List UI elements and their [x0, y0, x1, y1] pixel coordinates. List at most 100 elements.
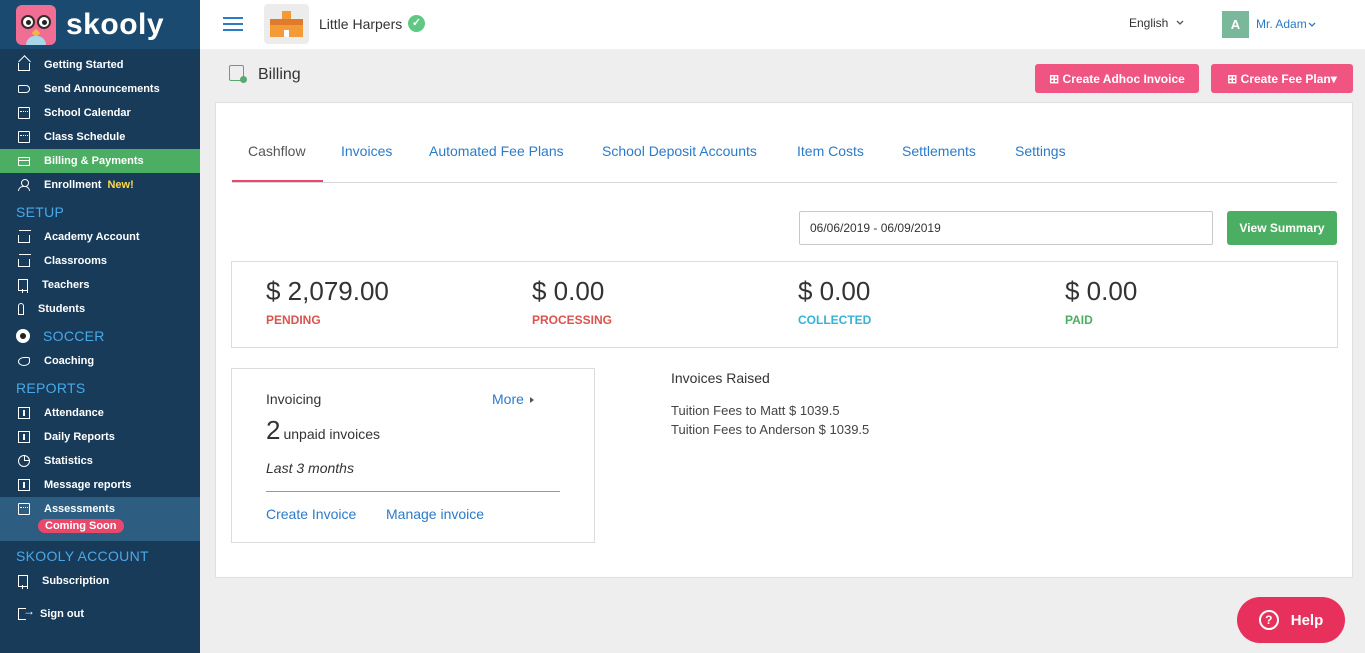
calendar-icon: [18, 107, 30, 119]
credit-card-icon: [18, 156, 30, 166]
sidebar-item-label: Class Schedule: [44, 131, 126, 143]
sidebar-item-academy-account[interactable]: Academy Account: [0, 225, 200, 249]
stat-collected: $ 0.00 COLLECTED: [798, 276, 871, 327]
tab-invoices[interactable]: Invoices: [341, 143, 392, 159]
sidebar-item-statistics[interactable]: Statistics: [0, 449, 200, 473]
sidebar-item-billing-payments[interactable]: Billing & Payments: [0, 149, 200, 173]
sidebar-item-label: Academy Account: [44, 231, 140, 243]
avatar[interactable]: A: [1222, 11, 1249, 38]
sidebar-item-label: Statistics: [44, 455, 93, 467]
help-button[interactable]: ? Help: [1237, 597, 1345, 643]
sidebar-item-send-announcements[interactable]: Send Announcements: [0, 77, 200, 101]
building-icon: [18, 230, 31, 243]
tab-settings[interactable]: Settings: [1015, 143, 1066, 159]
divider: [266, 491, 560, 492]
create-adhoc-invoice-button[interactable]: ⊞ Create Adhoc Invoice: [1035, 64, 1199, 93]
caret-right-icon: [529, 397, 534, 404]
sidebar-item-label: Send Announcements: [44, 83, 160, 95]
sidebar-item-label: Daily Reports: [44, 431, 115, 443]
sidebar-item-label: School Calendar: [44, 107, 131, 119]
stats-panel: $ 2,079.00 PENDING $ 0.00 PROCESSING $ 0…: [231, 261, 1338, 348]
menu-toggle-icon[interactable]: [223, 17, 243, 33]
page-title: Billing: [258, 66, 301, 83]
section-heading-skooly-account: SKOOLY ACCOUNT: [16, 548, 149, 564]
stat-label: PENDING: [266, 313, 321, 327]
sidebar-item-label: Subscription: [42, 575, 110, 587]
brand[interactable]: skooly: [0, 0, 200, 49]
help-icon: ?: [1258, 610, 1279, 630]
unpaid-invoices: 2 unpaid invoices: [266, 415, 380, 446]
sidebar-item-label: Getting Started: [44, 59, 124, 71]
sidebar-item-subscription[interactable]: Subscription: [0, 569, 200, 593]
whistle-icon: [18, 356, 30, 366]
section-heading-reports: REPORTS: [16, 380, 86, 396]
sidebar-item-label: Classrooms: [44, 255, 107, 267]
message-report-icon: [18, 479, 30, 491]
user-add-icon: [18, 179, 30, 191]
help-label: Help: [1290, 611, 1324, 629]
manage-invoice-link[interactable]: Manage invoice: [386, 506, 484, 522]
verified-check-icon: ✓: [408, 15, 425, 32]
chevron-down-icon: [1176, 20, 1184, 25]
section-heading-label: SOCCER: [43, 328, 105, 344]
sidebar-item-label: Coaching: [44, 355, 95, 367]
tab-school-deposit-accounts[interactable]: School Deposit Accounts: [602, 143, 757, 159]
owl-logo-icon: [16, 4, 56, 45]
date-range-input[interactable]: [799, 211, 1213, 245]
pie-chart-icon: [18, 455, 30, 467]
invoice-raised-item: Tuition Fees to Matt $ 1039.5: [671, 403, 840, 418]
sidebar-item-sign-out[interactable]: Sign out: [0, 602, 200, 626]
school-name[interactable]: Little Harpers: [319, 16, 402, 32]
unpaid-count: 2: [266, 415, 281, 445]
sign-out-icon: [18, 604, 35, 620]
active-tab-indicator: [232, 180, 323, 182]
stat-processing: $ 0.00 PROCESSING: [532, 276, 612, 327]
invoicing-title: Invoicing: [266, 391, 322, 407]
tab-automated-fee-plans[interactable]: Automated Fee Plans: [429, 143, 564, 159]
tab-settlements[interactable]: Settlements: [902, 143, 976, 159]
unpaid-text: unpaid invoices: [283, 426, 380, 442]
sidebar-item-daily-reports[interactable]: Daily Reports: [0, 425, 200, 449]
sidebar-item-school-calendar[interactable]: School Calendar: [0, 101, 200, 125]
section-heading-soccer: SOCCER: [16, 328, 105, 344]
sidebar-item-class-schedule[interactable]: Class Schedule: [0, 125, 200, 149]
bookmark-icon: [18, 575, 28, 589]
soccer-ball-icon: [16, 329, 30, 343]
user-menu[interactable]: Mr. Adam: [1256, 17, 1316, 31]
sidebar-item-coaching[interactable]: Coaching: [0, 349, 200, 373]
school-logo-icon: [264, 4, 309, 44]
create-fee-plan-button[interactable]: ⊞ Create Fee Plan▾: [1211, 64, 1353, 93]
stat-amount: $ 0.00: [798, 276, 871, 306]
sidebar-item-assessments[interactable]: Assessments Coming Soon: [0, 497, 200, 541]
sidebar-item-message-reports[interactable]: Message reports: [0, 473, 200, 497]
language-selector[interactable]: English: [1129, 16, 1184, 30]
top-bar: Little Harpers ✓ English A Mr. Adam: [200, 0, 1365, 49]
stat-amount: $ 0.00: [1065, 276, 1138, 306]
stat-label: PROCESSING: [532, 313, 613, 327]
sidebar-item-label: Message reports: [44, 479, 132, 491]
stat-label: COLLECTED: [798, 313, 872, 327]
sidebar-item-teachers[interactable]: Teachers: [0, 273, 200, 297]
create-invoice-link[interactable]: Create Invoice: [266, 506, 356, 522]
tab-item-costs[interactable]: Item Costs: [797, 143, 864, 159]
sidebar-item-label: Sign out: [40, 608, 84, 620]
sidebar-item-getting-started[interactable]: Getting Started: [0, 53, 200, 77]
sidebar-item-enrollment[interactable]: Enrollment New!: [0, 173, 200, 197]
more-link[interactable]: More: [492, 391, 534, 407]
sidebar-item-students[interactable]: Students: [0, 297, 200, 321]
user-name: Mr. Adam: [1256, 17, 1307, 31]
sidebar-item-label: Assessments: [44, 503, 115, 515]
sidebar-item-classrooms[interactable]: Classrooms: [0, 249, 200, 273]
stat-amount: $ 2,079.00: [266, 276, 389, 306]
brand-name: skooly: [66, 7, 165, 41]
stat-paid: $ 0.00 PAID: [1065, 276, 1137, 327]
classroom-icon: [18, 254, 31, 267]
report-icon: [18, 431, 30, 443]
view-summary-button[interactable]: View Summary: [1227, 211, 1337, 245]
tab-cashflow[interactable]: Cashflow: [248, 143, 306, 159]
invoice-raised-item: Tuition Fees to Anderson $ 1039.5: [671, 422, 870, 437]
period-label: Last 3 months: [266, 460, 354, 476]
sidebar-item-attendance[interactable]: Attendance: [0, 401, 200, 425]
tab-bar: Cashflow Invoices Automated Fee Plans Sc…: [232, 127, 1337, 183]
sidebar-item-label: Enrollment: [44, 179, 102, 191]
